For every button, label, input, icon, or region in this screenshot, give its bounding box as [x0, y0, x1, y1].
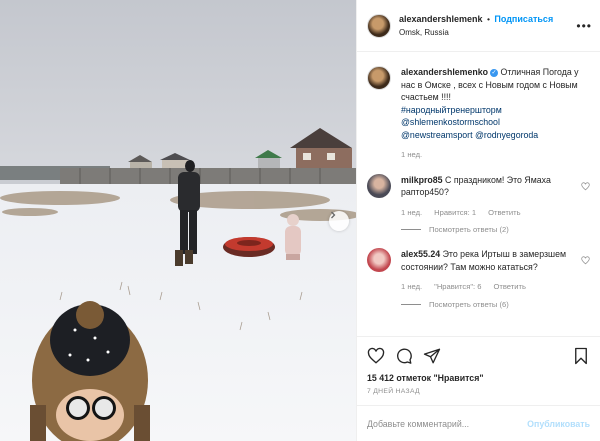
like-comment-heart-icon[interactable]: [581, 256, 590, 265]
share-icon[interactable]: [423, 347, 441, 365]
comment: milkpro85 С праздником! Это Ямаха раптор…: [367, 173, 590, 220]
comment-likes[interactable]: Нравится: 1: [434, 207, 476, 220]
post-date[interactable]: 7 ДНЕЙ НАЗАД: [367, 388, 590, 395]
caption-username[interactable]: alexandershlemenko: [401, 67, 488, 77]
reply-button[interactable]: Ответить: [493, 281, 525, 294]
comment-thread: milkpro85 С праздником! Это Ямаха раптор…: [367, 173, 590, 234]
comment-username[interactable]: milkpro85: [401, 175, 443, 185]
hashtag-link[interactable]: #народныйтренершторм: [401, 104, 590, 117]
comment-time[interactable]: 1 нед.: [401, 207, 422, 220]
avatar[interactable]: [367, 248, 391, 272]
avatar[interactable]: [367, 173, 391, 198]
comment-icon[interactable]: [395, 347, 413, 365]
snow-tube: [223, 237, 275, 257]
chevron-right-icon: [331, 211, 336, 219]
verified-icon: ✓: [490, 69, 499, 77]
follow-button[interactable]: Подписаться: [494, 14, 553, 24]
mention-link[interactable]: @shlemenkostormschool: [401, 116, 590, 129]
post-header: alexandershlemenk • Подписаться Omsk, Ru…: [357, 0, 600, 52]
snow-scene-image: [0, 0, 356, 441]
post-actions: 15 412 отметок "Нравится" 7 ДНЕЙ НАЗАД: [357, 336, 600, 395]
instagram-post: alexandershlemenk • Подписаться Omsk, Ru…: [0, 0, 600, 441]
likes-count[interactable]: 15 412 отметок "Нравится": [367, 373, 590, 383]
comment-input[interactable]: [367, 418, 528, 429]
post-sidebar: alexandershlemenk • Подписаться Omsk, Ru…: [356, 0, 600, 441]
reply-button[interactable]: Ответить: [488, 207, 520, 220]
comment-username[interactable]: alex55.24: [401, 249, 440, 259]
caption: alexandershlemenko ✓ Отличная Погода у на…: [367, 66, 590, 162]
comments-list: alexandershlemenko ✓ Отличная Погода у на…: [357, 52, 600, 336]
mention-link[interactable]: @newstreamsport: [401, 130, 473, 140]
comment-time[interactable]: 1 нед.: [401, 281, 422, 294]
avatar[interactable]: [367, 66, 391, 90]
publish-button[interactable]: Опубликовать: [527, 419, 590, 429]
avatar[interactable]: [367, 13, 391, 38]
add-comment-bar: Опубликовать: [357, 405, 600, 441]
bookmark-icon[interactable]: [572, 347, 590, 365]
like-comment-heart-icon[interactable]: [581, 181, 590, 191]
caption-time[interactable]: 1 нед.: [401, 149, 422, 162]
comment-thread: alex55.24 Это река Иртыш в замерзшем сос…: [367, 248, 590, 309]
next-photo-button[interactable]: [329, 211, 349, 231]
toddler-figure: [285, 214, 301, 260]
more-horizontal-icon[interactable]: •••: [576, 19, 592, 33]
comment-likes[interactable]: "Нравится": 6: [434, 281, 481, 294]
view-replies-button[interactable]: Посмотреть ответы (2): [401, 225, 590, 234]
separator-dot: •: [486, 13, 490, 24]
location-link[interactable]: Omsk, Russia: [399, 26, 553, 39]
view-replies-button[interactable]: Посмотреть ответы (6): [401, 300, 590, 309]
post-photo[interactable]: [0, 0, 356, 441]
author-username[interactable]: alexandershlemenk: [399, 14, 483, 24]
mention-link[interactable]: @rodnyegoroda: [475, 130, 538, 140]
comment: alex55.24 Это река Иртыш в замерзшем сос…: [367, 248, 590, 294]
heart-icon[interactable]: [367, 347, 385, 365]
